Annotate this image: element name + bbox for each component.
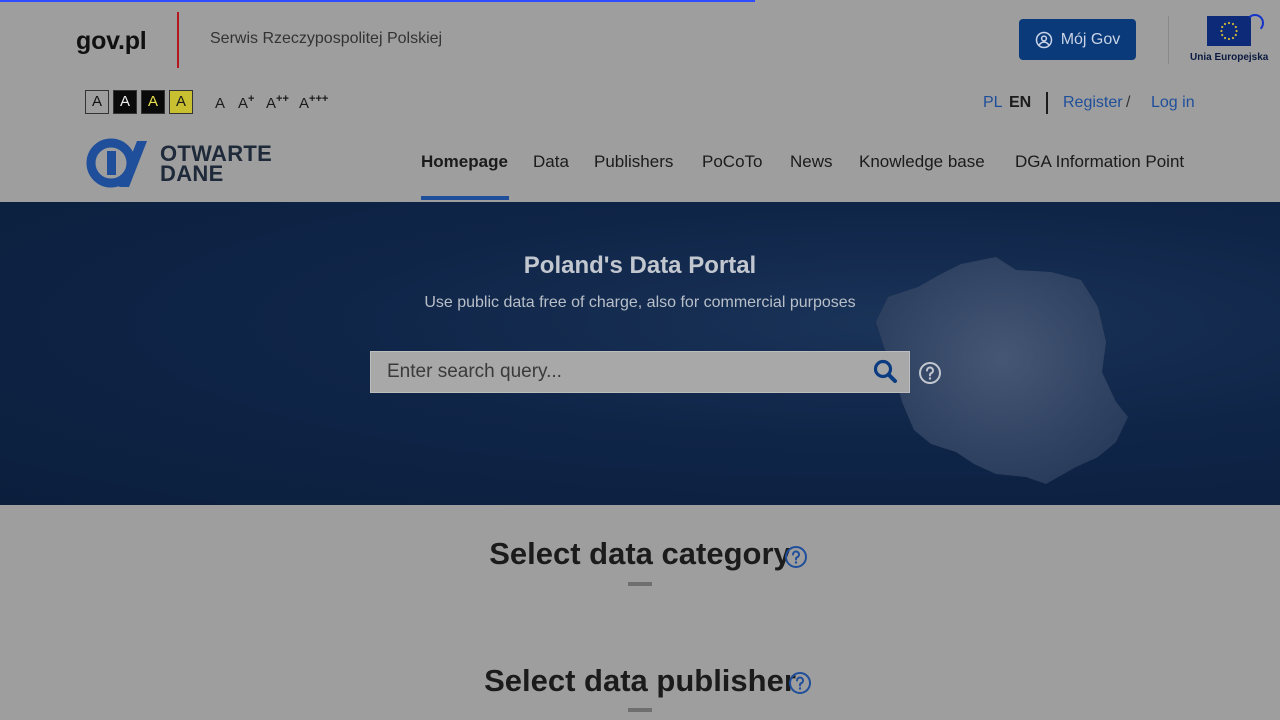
font-size-label: A [299, 95, 310, 112]
auth-separator: / [1126, 94, 1131, 111]
moj-gov-button[interactable]: Mój Gov [1019, 19, 1136, 60]
search-icon [873, 359, 897, 383]
category-help-icon[interactable] [784, 545, 808, 569]
font-size-larger-button[interactable]: A++ [266, 93, 289, 112]
nav-pocoto[interactable]: PoCoTo [702, 152, 762, 172]
font-size-label: A [238, 95, 249, 112]
eu-label: Unia Europejska [1190, 52, 1269, 63]
publisher-help-icon[interactable] [788, 671, 812, 695]
contrast-black-on-yellow-button[interactable]: A [169, 90, 193, 114]
user-circle-icon [1035, 31, 1052, 48]
loading-spinner-icon [1246, 14, 1264, 32]
lang-divider [1046, 92, 1048, 114]
lang-en-button[interactable]: EN [1009, 94, 1031, 112]
gov-subtitle: Serwis Rzeczypospolitej Polskiej [210, 30, 443, 47]
font-size-sup: ++ [276, 93, 289, 105]
font-size-large-button[interactable]: A+ [238, 93, 254, 112]
search-button[interactable] [870, 356, 902, 388]
font-size-largest-button[interactable]: A+++ [299, 93, 328, 112]
gov-pl-logo[interactable]: gov.pl [76, 27, 147, 56]
nav-homepage[interactable]: Homepage [421, 152, 508, 172]
nav-news[interactable]: News [790, 152, 833, 172]
eu-flag-icon [1207, 16, 1251, 46]
moj-gov-label: Mój Gov [1060, 30, 1121, 48]
eu-divider [1168, 16, 1169, 64]
login-link[interactable]: Log in [1151, 94, 1195, 112]
brand-line-2: DANE [160, 161, 224, 186]
register-link[interactable]: Register [1063, 94, 1123, 112]
nav-dga-information-point[interactable]: DGA Information Point [1015, 152, 1184, 172]
search-help-icon[interactable] [918, 361, 942, 385]
section-underline [628, 708, 652, 712]
contrast-yellow-on-black-button[interactable]: A [141, 90, 165, 114]
font-size-sup: + [248, 93, 255, 105]
contrast-white-on-black-button[interactable]: A [113, 90, 137, 114]
page-loading-bar [0, 0, 755, 2]
section-underline [628, 582, 652, 586]
font-size-label: A [266, 95, 277, 112]
lang-pl-button[interactable]: PL [983, 94, 1003, 112]
nav-knowledge-base[interactable]: Knowledge base [859, 152, 985, 172]
gov-divider [177, 12, 179, 68]
nav-active-indicator [421, 196, 509, 200]
nav-publishers[interactable]: Publishers [594, 152, 673, 172]
otwarte-dane-logo-text[interactable]: OTWARTE DANE [160, 143, 272, 186]
hero-title: Poland's Data Portal [523, 252, 757, 279]
search-input[interactable] [370, 351, 910, 393]
hero-subtitle: Use public data free of charge, also for… [424, 294, 856, 311]
otwarte-dane-logo-icon[interactable] [85, 137, 155, 189]
publisher-section-title: Select data publisher [484, 663, 796, 698]
font-size-default-button[interactable]: A [215, 93, 225, 112]
contrast-default-button[interactable]: A [85, 90, 109, 114]
font-size-sup: +++ [309, 93, 329, 105]
font-size-label: A [215, 95, 226, 112]
nav-data[interactable]: Data [533, 152, 569, 172]
category-section-title: Select data category [489, 536, 791, 571]
